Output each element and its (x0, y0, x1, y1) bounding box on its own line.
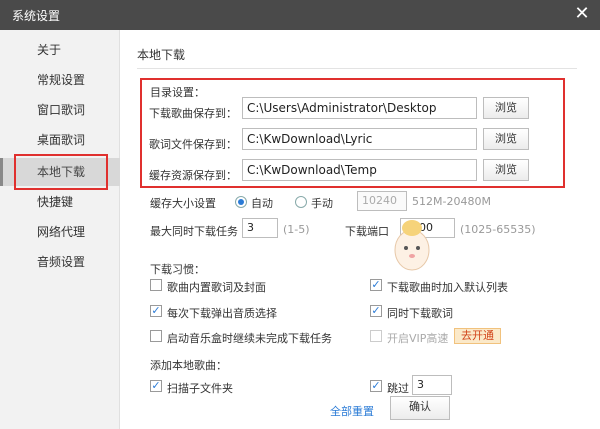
add-default-list-label: 下载歌曲时加入默认列表 (387, 281, 508, 294)
window-title: 系统设置 (12, 9, 61, 23)
song-dir-label: 下载歌曲保存到： (149, 107, 237, 120)
vip-speed-checkbox[interactable] (370, 330, 382, 342)
cache-auto-label: 自动 (251, 197, 273, 210)
section-title: 本地下载 (137, 48, 186, 62)
settings-sidebar: 关于 常规设置 窗口歌词 桌面歌词 本地下载 快捷键 网络代理 音频设置 (0, 30, 120, 429)
skip-checkbox[interactable]: ✓ (370, 380, 382, 392)
quality-popup-label: 每次下载弹出音质选择 (167, 307, 277, 320)
lyric-dir-input[interactable]: C:\KwDownload\Lyric (242, 128, 477, 150)
song-dir-input[interactable]: C:\Users\Administrator\Desktop (242, 97, 477, 119)
download-lyrics-label: 同时下载歌词 (387, 307, 453, 320)
lyric-dir-browse-button[interactable]: 浏览 (483, 128, 529, 150)
habits-label: 下载习惯： (150, 263, 205, 276)
sidebar-item-proxy[interactable]: 网络代理 (0, 218, 120, 246)
cache-size-input[interactable]: 10240 (357, 191, 407, 211)
scan-subfolders-checkbox[interactable]: ✓ (150, 380, 162, 392)
sidebar-item-window-lyrics[interactable]: 窗口歌词 (0, 96, 120, 124)
song-dir-browse-button[interactable]: 浏览 (483, 97, 529, 119)
quality-popup-checkbox[interactable]: ✓ (150, 305, 162, 317)
close-icon[interactable]: ✕ (570, 3, 594, 25)
cache-manual-label: 手动 (311, 197, 333, 210)
resume-tasks-label: 启动音乐盒时继续未完成下载任务 (167, 332, 332, 345)
cache-manual-radio[interactable] (295, 196, 307, 208)
settings-panel: 本地下载 目录设置： 下载歌曲保存到： C:\Users\Administrat… (120, 30, 600, 429)
sidebar-item-hotkeys[interactable]: 快捷键 (0, 188, 120, 216)
vip-speed-label: 开启VIP高速 (387, 332, 449, 345)
cache-size-label: 缓存大小设置 (150, 197, 216, 210)
mascot-illustration (394, 220, 430, 271)
sidebar-item-desktop-lyrics[interactable]: 桌面歌词 (0, 126, 120, 154)
lyric-dir-label: 歌词文件保存到： (149, 138, 237, 151)
embed-lyrics-checkbox[interactable] (150, 279, 162, 291)
port-label: 下载端口 (345, 225, 389, 238)
sidebar-item-general[interactable]: 常规设置 (0, 66, 120, 94)
cache-dir-label: 缓存资源保存到： (149, 169, 237, 182)
max-tasks-label: 最大同时下载任务 (150, 225, 238, 238)
resume-tasks-checkbox[interactable] (150, 330, 162, 342)
skip-label: 跳过 (387, 382, 409, 395)
directory-group-label: 目录设置： (150, 86, 205, 99)
sidebar-item-about[interactable]: 关于 (0, 36, 120, 64)
divider (137, 68, 577, 69)
cache-auto-radio[interactable] (235, 196, 247, 208)
max-tasks-range: (1-5) (283, 223, 310, 236)
confirm-button[interactable]: 确认 (390, 396, 450, 420)
sidebar-item-audio[interactable]: 音频设置 (0, 248, 120, 276)
reset-all-link[interactable]: 全部重置 (330, 403, 374, 419)
skip-value-input[interactable]: 3 (412, 375, 452, 395)
add-default-list-checkbox[interactable]: ✓ (370, 279, 382, 291)
max-tasks-input[interactable]: 3 (242, 218, 278, 238)
scan-subfolders-label: 扫描子文件夹 (167, 382, 233, 395)
vip-activate-badge[interactable]: 去开通 (454, 328, 501, 344)
port-range: (1025-65535) (460, 223, 536, 236)
add-local-label: 添加本地歌曲： (150, 359, 227, 372)
embed-lyrics-label: 歌曲内置歌词及封面 (167, 281, 266, 294)
title-bar: 系统设置 ✕ (0, 0, 600, 30)
cache-size-range: 512M-20480M (412, 195, 491, 208)
active-item-highlight-box (14, 154, 108, 190)
cache-dir-browse-button[interactable]: 浏览 (483, 159, 529, 181)
download-lyrics-checkbox[interactable]: ✓ (370, 305, 382, 317)
cache-dir-input[interactable]: C:\KwDownload\Temp (242, 159, 477, 181)
